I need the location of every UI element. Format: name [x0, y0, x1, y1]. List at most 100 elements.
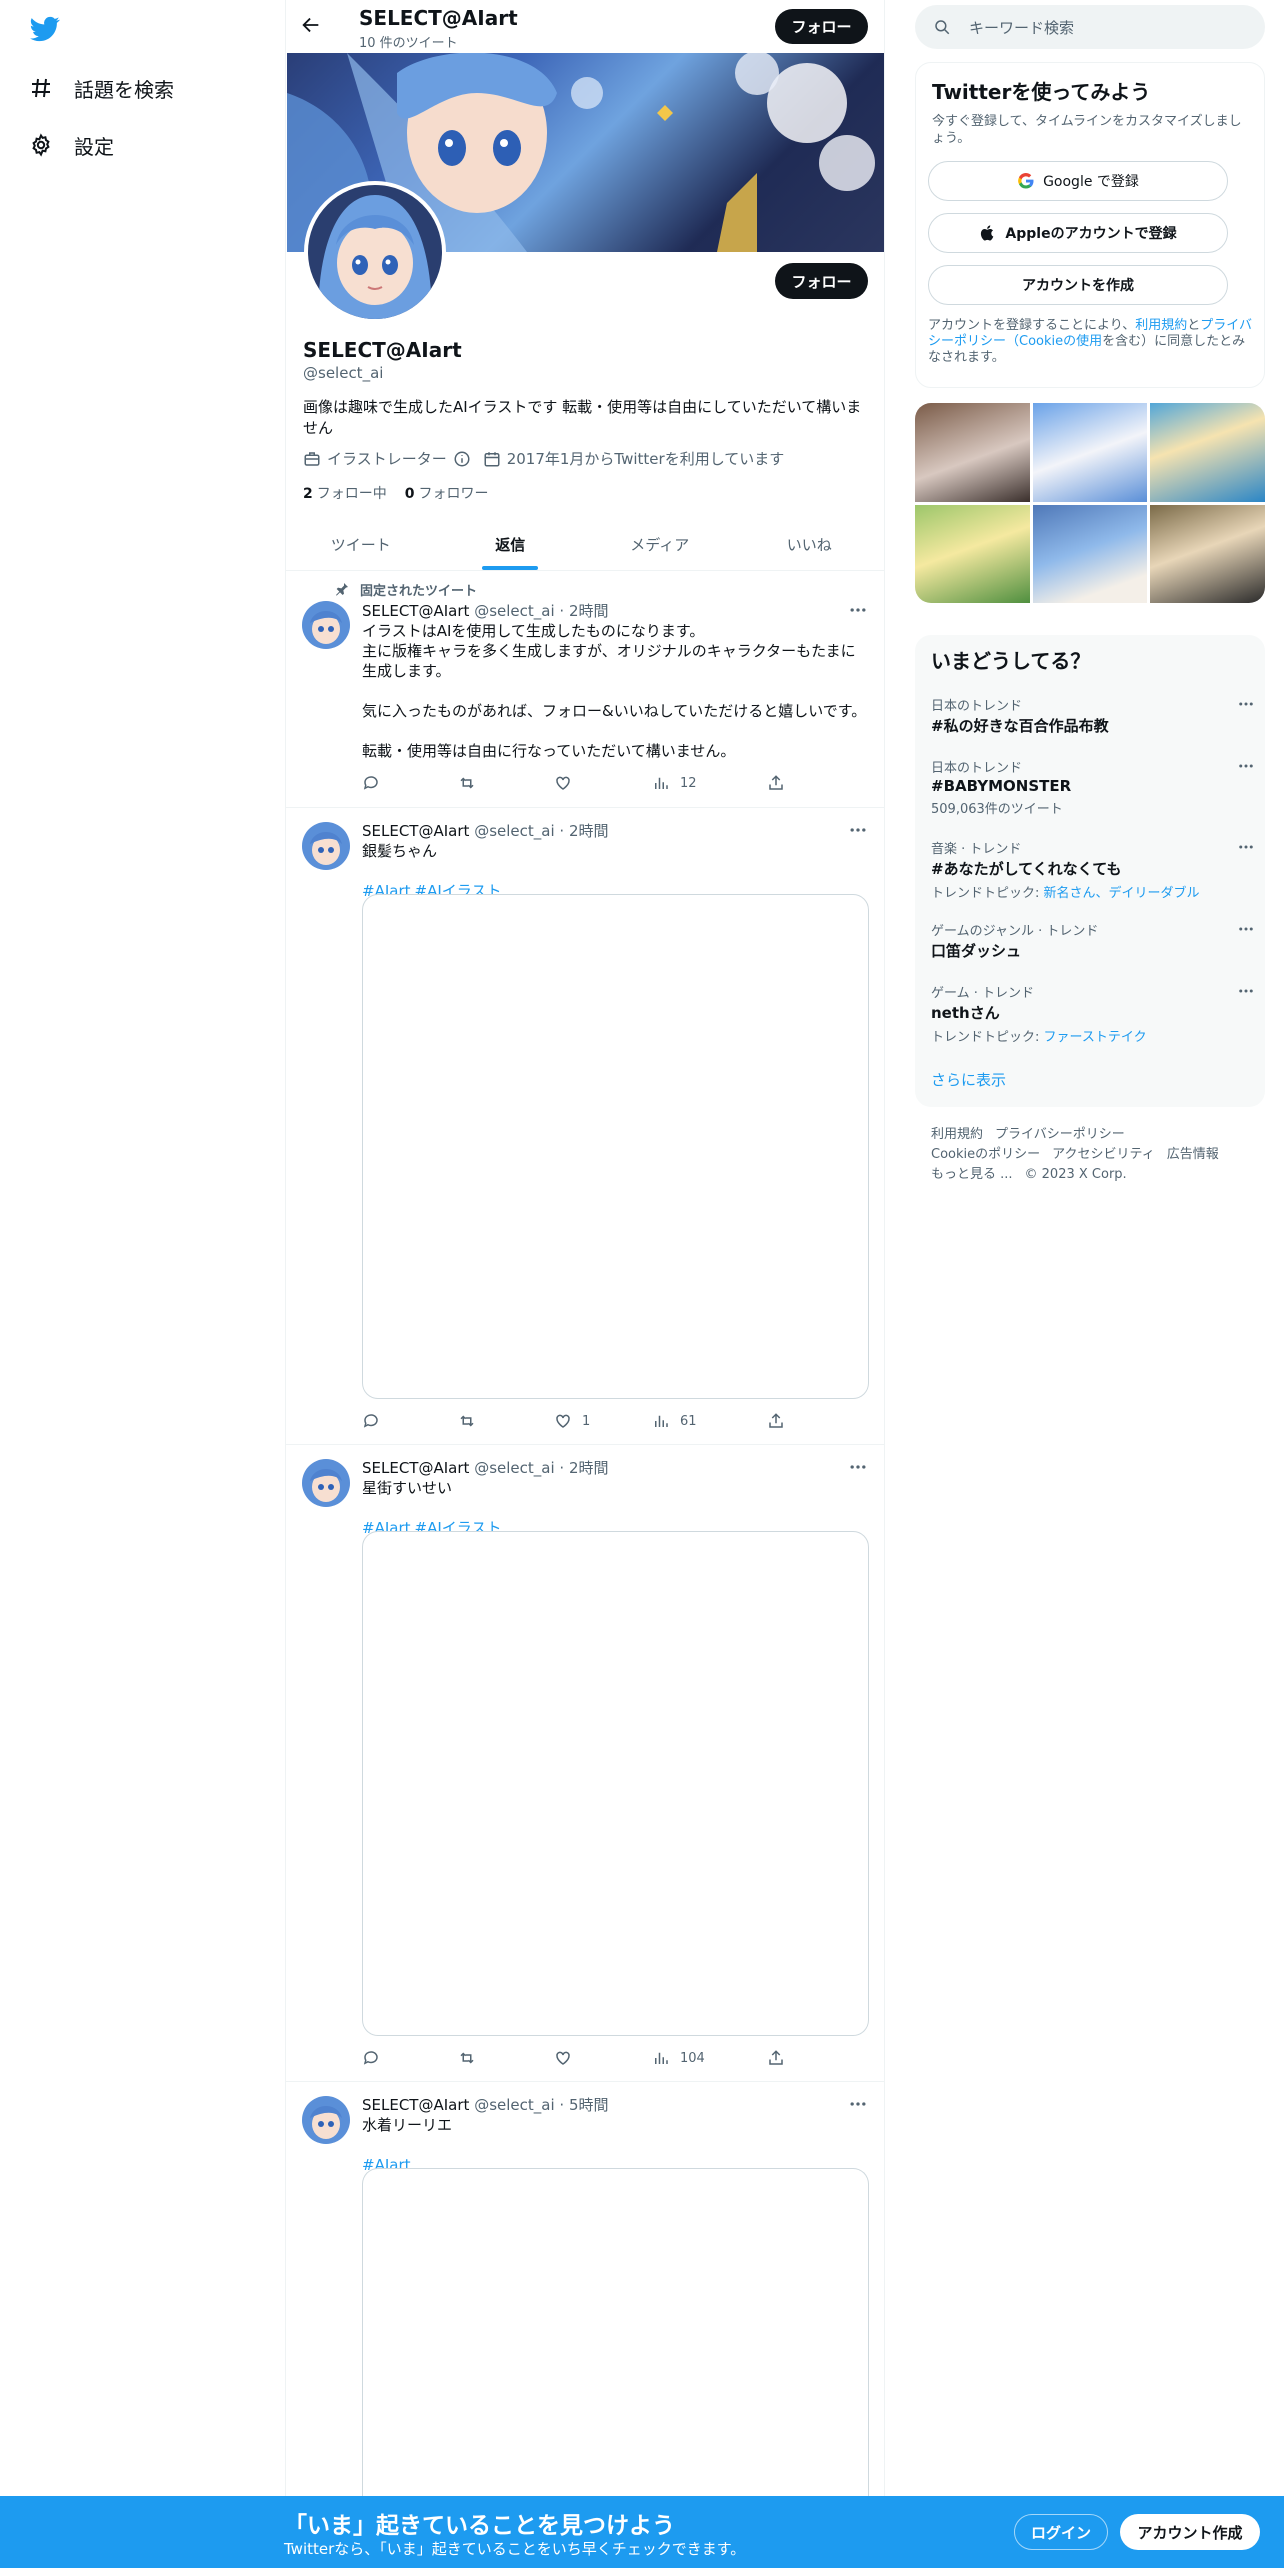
login-button[interactable]: ログイン	[1014, 2514, 1108, 2550]
tweet-time[interactable]: 5時間	[569, 2096, 609, 2114]
tweet-author-handle[interactable]: @select_ai	[474, 1459, 554, 1477]
trend-item[interactable]: 日本のトレンド #私の好きな百合作品布教	[931, 695, 1253, 736]
more-options-icon[interactable]	[848, 2094, 868, 2114]
tweet-text: 星街すいせい	[362, 1479, 453, 1497]
like-button[interactable]	[554, 774, 582, 792]
gallery-image[interactable]	[915, 504, 1030, 603]
reply-button[interactable]	[362, 774, 390, 792]
apple-signup-button[interactable]: Appleのアカウントで登録	[928, 213, 1228, 253]
like-button[interactable]	[554, 2049, 582, 2067]
trend-topic-link[interactable]: ファーストテイク	[1044, 1030, 1147, 1045]
twitter-bird-icon[interactable]	[28, 14, 62, 44]
more-options-icon[interactable]	[1237, 695, 1255, 713]
header-follow-button[interactable]: フォロー	[775, 9, 868, 44]
tweet-header: SELECT@AIart @select_ai · 2時間	[362, 602, 609, 620]
calendar-icon	[483, 450, 501, 468]
retweet-icon	[460, 777, 474, 789]
back-arrow-icon[interactable]	[300, 14, 326, 40]
views-button[interactable]: 61	[652, 1412, 697, 1430]
trend-item[interactable]: ゲーム · トレンド nethさん トレンドトピック: ファーストテイク	[931, 982, 1253, 1045]
tweet-time[interactable]: 2時間	[569, 822, 609, 840]
profile-follow-button[interactable]: フォロー	[775, 263, 868, 299]
google-signup-button[interactable]: Google で登録	[928, 161, 1228, 201]
profile-avatar[interactable]	[304, 181, 446, 323]
retweet-button[interactable]	[458, 1412, 486, 1430]
search-box[interactable]: キーワード検索	[915, 5, 1265, 49]
gallery-image[interactable]	[1150, 403, 1265, 502]
more-options-icon[interactable]	[848, 600, 868, 620]
more-options-icon[interactable]	[1237, 982, 1255, 1000]
footer-privacy-link[interactable]: プライバシーポリシー	[995, 1127, 1125, 1142]
tab-replies[interactable]: 返信	[436, 518, 586, 570]
tweet-author-handle[interactable]: @select_ai	[474, 822, 554, 840]
views-button[interactable]: 12	[652, 774, 697, 792]
tweet-time[interactable]: 2時間	[569, 602, 609, 620]
footer-links: 利用規約 プライバシーポリシー Cookieのポリシー アクセシビリティ 広告情報 も…	[931, 1125, 1251, 1185]
tweet-author-handle[interactable]: @select_ai	[474, 602, 554, 620]
gallery-image[interactable]	[1032, 403, 1148, 502]
share-button[interactable]	[767, 2049, 795, 2067]
tweet-avatar[interactable]	[302, 822, 350, 870]
retweet-icon	[460, 2052, 474, 2064]
header-display-name: SELECT@AIart	[359, 6, 518, 30]
views-button[interactable]: 104	[652, 2049, 705, 2067]
tweet-item[interactable]: SELECT@AIart @select_ai · 5時間 水着リーリエ #AI…	[286, 2082, 884, 2508]
tweet-avatar[interactable]	[302, 1459, 350, 1507]
gallery-image[interactable]	[1032, 504, 1148, 603]
tweet-author-name[interactable]: SELECT@AIart	[362, 2096, 469, 2114]
tweet-author-name[interactable]: SELECT@AIart	[362, 602, 469, 620]
info-icon[interactable]	[453, 450, 471, 468]
tab-media[interactable]: メディア	[585, 518, 735, 570]
gallery-image[interactable]	[1150, 504, 1265, 603]
footer-more-link[interactable]: もっと見る ...	[931, 1167, 1013, 1182]
tab-tweets[interactable]: ツイート	[286, 518, 436, 570]
tweet-time[interactable]: 2時間	[569, 1459, 609, 1477]
share-button[interactable]	[767, 774, 795, 792]
trends-panel: いまどうしてる？ 日本のトレンド #私の好きな百合作品布教 日本のトレンド #B…	[915, 635, 1265, 1107]
trend-topic-link[interactable]: 新名さん、デイリーダブル	[1044, 886, 1200, 901]
terms-link[interactable]: 利用規約	[1135, 318, 1187, 333]
nav-settings[interactable]: 設定	[28, 125, 114, 165]
signup-button[interactable]: アカウント作成	[1120, 2514, 1260, 2550]
following-link[interactable]: 2 フォロー中	[303, 483, 387, 503]
more-options-icon[interactable]	[848, 1457, 868, 1477]
retweet-button[interactable]	[458, 774, 486, 792]
trend-item[interactable]: ゲームのジャンル · トレンド 口笛ダッシュ	[931, 920, 1253, 961]
reply-button[interactable]	[362, 1412, 390, 1430]
tweet-media[interactable]	[362, 1531, 869, 2036]
trend-context: ゲーム · トレンド	[931, 986, 1035, 1001]
tab-likes[interactable]: いいね	[735, 518, 885, 570]
tweet-author-name[interactable]: SELECT@AIart	[362, 1459, 469, 1477]
like-button[interactable]: 1	[554, 1412, 590, 1430]
tweet-media[interactable]	[362, 2168, 869, 2508]
trend-topic-prefix: トレンドトピック:	[931, 886, 1044, 901]
tweet-author-handle[interactable]: @select_ai	[474, 2096, 554, 2114]
show-more-link[interactable]: さらに表示	[931, 1069, 1006, 1090]
tweet-author-name[interactable]: SELECT@AIart	[362, 822, 469, 840]
reply-button[interactable]	[362, 2049, 390, 2067]
tweet-media[interactable]	[362, 894, 869, 1399]
retweet-button[interactable]	[458, 2049, 486, 2067]
more-options-icon[interactable]	[1237, 757, 1255, 775]
share-button[interactable]	[767, 1412, 795, 1430]
tweet-item[interactable]: SELECT@AIart @select_ai · 2時間 銀髪ちゃん #AIa…	[286, 808, 884, 1445]
footer-terms-link[interactable]: 利用規約	[931, 1127, 983, 1142]
gallery-image[interactable]	[915, 403, 1030, 502]
tweet-item[interactable]: SELECT@AIart @select_ai · 2時間 イラストはAIを使用…	[286, 573, 884, 808]
tweet-avatar[interactable]	[302, 601, 350, 649]
create-account-button[interactable]: アカウントを作成	[928, 265, 1228, 305]
tweet-avatar[interactable]	[302, 2096, 350, 2144]
trend-item[interactable]: 日本のトレンド #BABYMONSTER 509,063件のツイート	[931, 757, 1253, 817]
nav-explore[interactable]: 話題を検索	[28, 68, 174, 108]
more-options-icon[interactable]	[1237, 920, 1255, 938]
more-options-icon[interactable]	[1237, 838, 1255, 856]
footer-cookie-link[interactable]: Cookieのポリシー	[931, 1147, 1040, 1162]
footer-ads-link[interactable]: 広告情報	[1167, 1147, 1219, 1162]
followers-link[interactable]: 0 フォロワー	[405, 483, 489, 503]
trend-item[interactable]: 音楽 · トレンド #あなたがしてくれなくても トレンドトピック: 新名さん、デ…	[931, 838, 1253, 901]
search-placeholder: キーワード検索	[969, 18, 1075, 37]
hashtag-icon	[28, 75, 54, 101]
footer-accessibility-link[interactable]: アクセシビリティ	[1052, 1147, 1155, 1162]
tweet-item[interactable]: SELECT@AIart @select_ai · 2時間 星街すいせい #AI…	[286, 1445, 884, 2082]
more-options-icon[interactable]	[848, 820, 868, 840]
